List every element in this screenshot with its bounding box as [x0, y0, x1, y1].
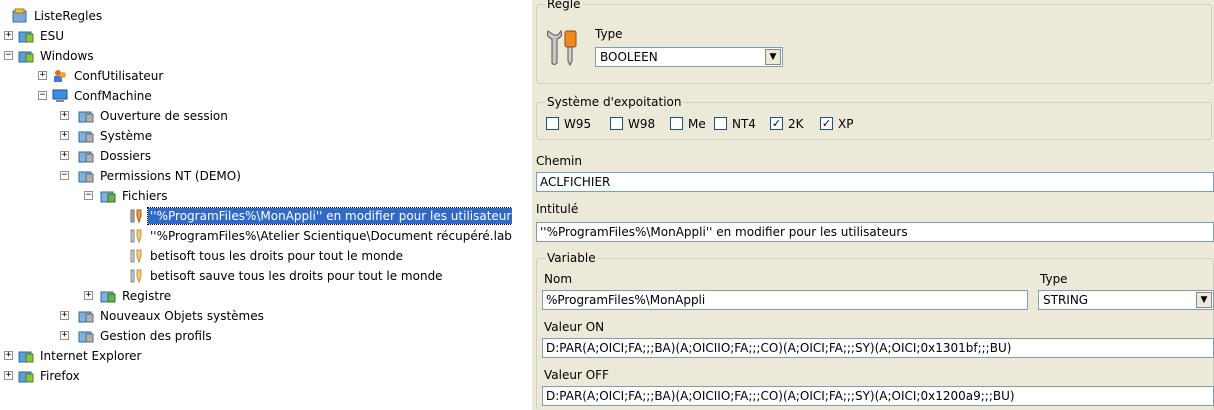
collapse-toggle[interactable]: −: [38, 91, 47, 100]
folder-icon: [100, 291, 116, 303]
tree-label: ''%ProgramFiles%\MonAppli'' en modifier …: [147, 207, 512, 225]
tree-label: ConfUtilisateur: [74, 69, 164, 83]
chevron-down-icon[interactable]: ▼: [765, 49, 781, 65]
tree-label: Système: [100, 129, 153, 143]
rule-tools-icon: [130, 249, 142, 264]
variable-nom-field[interactable]: %ProgramFiles%\MonAppli: [542, 290, 1028, 310]
rule-tools-icon: [130, 269, 142, 284]
folder-icon: [78, 111, 94, 123]
tree-label: Fichiers: [122, 189, 168, 203]
folder-icon: [78, 311, 94, 323]
expand-toggle[interactable]: +: [60, 311, 69, 320]
regle-group: Règle Type BOOLEEN ▼: [536, 0, 1212, 84]
rule-tools-icon: [130, 209, 142, 224]
checkbox-box[interactable]: [714, 117, 727, 130]
regle-type-value: BOOLEEN: [600, 50, 658, 64]
checkbox-label: W95: [564, 117, 592, 131]
intitule-field[interactable]: ''%ProgramFiles%\MonAppli'' en modifier …: [536, 222, 1214, 242]
checkbox-label: NT4: [732, 117, 756, 131]
checkbox-box[interactable]: [546, 117, 559, 130]
chemin-field[interactable]: ACLFICHIER: [536, 172, 1214, 192]
regle-legend: Règle: [545, 0, 583, 11]
folder-icon: [18, 351, 34, 363]
tree-label: ESU: [40, 29, 64, 43]
expand-toggle[interactable]: +: [60, 331, 69, 340]
folder-icon: [78, 171, 94, 183]
tree-label: Firefox: [40, 369, 80, 383]
checkbox-box[interactable]: [610, 117, 623, 130]
tree-label: Permissions NT (DEMO): [100, 169, 241, 183]
tree-label: ''%ProgramFiles%\Atelier Scientique\Docu…: [150, 229, 512, 243]
variable-type-select[interactable]: STRING ▼: [1038, 290, 1214, 310]
tree-label: Ouverture de session: [100, 109, 228, 123]
computer-icon: [52, 89, 68, 102]
rule-tools-icon: [547, 29, 577, 67]
expand-toggle[interactable]: +: [60, 131, 69, 140]
folder-icon: [18, 31, 34, 43]
expand-toggle[interactable]: +: [4, 31, 13, 40]
tree-label: betisoft tous les droits pour tout le mo…: [150, 249, 404, 263]
users-icon: [54, 70, 66, 82]
rule-properties-panel: Règle Type BOOLEEN ▼ Système d'expoitati…: [532, 0, 1214, 410]
collapse-toggle[interactable]: −: [60, 171, 69, 180]
variable-type-label: Type: [1040, 272, 1068, 286]
folder-icon: [18, 371, 34, 383]
chemin-label: Chemin: [536, 154, 582, 168]
expand-toggle[interactable]: +: [84, 291, 93, 300]
expand-toggle[interactable]: +: [38, 71, 47, 80]
folder-icon: [100, 191, 116, 203]
expand-toggle[interactable]: +: [4, 371, 13, 380]
valeur-off-label: Valeur OFF: [544, 368, 609, 382]
checkbox-box[interactable]: [670, 117, 683, 130]
tree-label: Registre: [122, 289, 172, 303]
tree-label: Nouveaux Objets systèmes: [100, 309, 264, 323]
folder-icon: [78, 331, 94, 343]
valeur-off-field[interactable]: D:PAR(A;OICI;FA;;;BA)(A;OICIIO;FA;;;CO)(…: [542, 386, 1214, 406]
expand-toggle[interactable]: +: [60, 151, 69, 160]
tree-label: Windows: [40, 49, 94, 63]
rules-tree[interactable]: ListeRegles + ESU − Windows + ConfUtilis…: [0, 0, 512, 410]
tree-label: ListeRegles: [34, 9, 103, 23]
tree-label: ConfMachine: [74, 89, 152, 103]
folder-icon: [18, 51, 34, 63]
collapse-toggle[interactable]: −: [84, 191, 93, 200]
rule-tools-icon: [130, 229, 142, 244]
folder-icon: [78, 131, 94, 143]
tree-label: Dossiers: [100, 149, 151, 163]
valeur-on-label: Valeur ON: [544, 320, 605, 334]
folder-icon: [78, 151, 94, 163]
os-legend: Système d'expoitation: [545, 95, 684, 109]
checkbox-label: W98: [628, 117, 656, 131]
chevron-down-icon[interactable]: ▼: [1196, 292, 1212, 308]
checkbox-box[interactable]: ✓: [770, 117, 783, 130]
collapse-toggle[interactable]: −: [4, 51, 13, 60]
tree-label: betisoft sauve tous les droits pour tout…: [150, 269, 443, 283]
tree-label: Internet Explorer: [40, 349, 142, 363]
rules-list-icon: [12, 8, 27, 23]
tree-label: Gestion des profils: [100, 329, 212, 343]
variable-type-value: STRING: [1043, 293, 1089, 307]
checkbox-label: XP: [838, 117, 854, 131]
checkbox-box[interactable]: ✓: [820, 117, 833, 130]
valeur-on-field[interactable]: D:PAR(A;OICI;FA;;;BA)(A;OICIIO;FA;;;CO)(…: [542, 338, 1214, 358]
regle-type-label: Type: [595, 27, 623, 41]
expand-toggle[interactable]: +: [60, 111, 69, 120]
variable-nom-label: Nom: [544, 272, 573, 286]
checkbox-label: 2K: [788, 117, 804, 131]
expand-toggle[interactable]: +: [4, 351, 13, 360]
checkbox-label: Me: [688, 117, 706, 131]
regle-type-select[interactable]: BOOLEEN ▼: [595, 47, 783, 67]
intitule-label: Intitulé: [536, 202, 579, 216]
variable-legend: Variable: [545, 251, 598, 265]
